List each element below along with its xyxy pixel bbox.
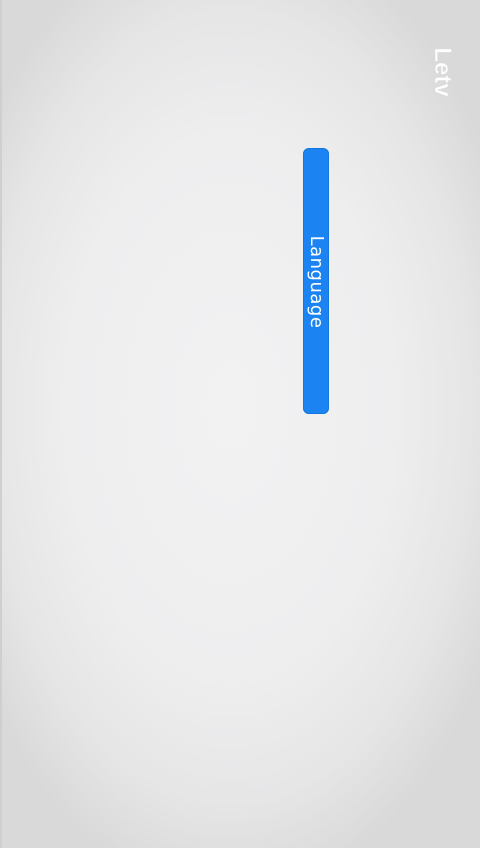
letv-logo: Letv <box>428 40 456 104</box>
screen: Letv Language <box>0 0 480 848</box>
language-button-label: Language <box>306 235 327 329</box>
letv-logo-icon: Letv <box>429 47 456 98</box>
language-button[interactable]: Language <box>303 148 329 414</box>
letv-logo-text: Letv <box>429 47 456 97</box>
left-edge-divider <box>0 0 2 848</box>
